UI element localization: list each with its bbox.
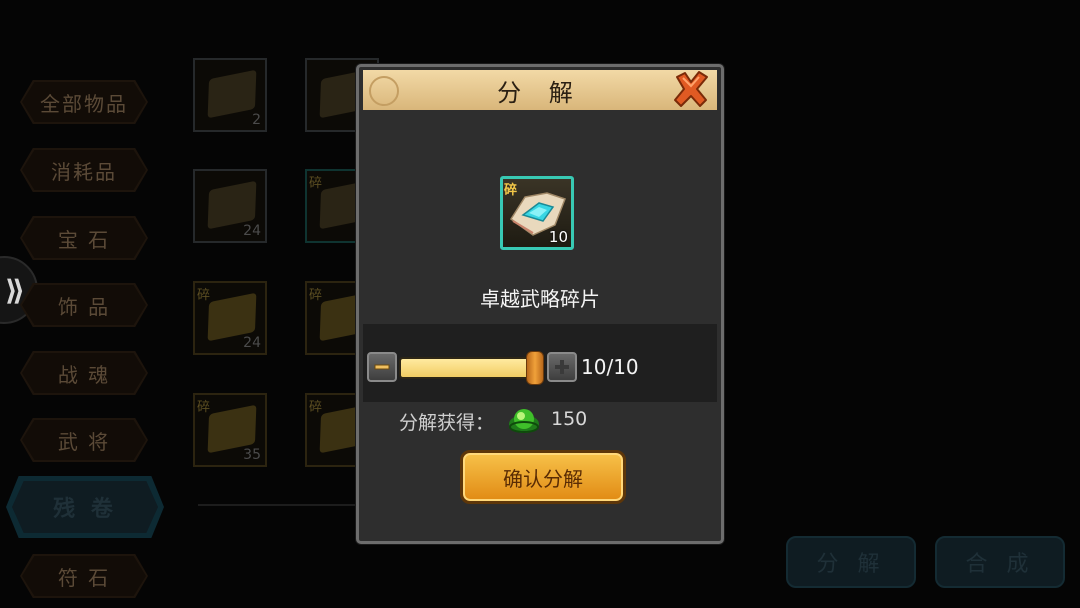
category-war-soul-button[interactable]: 战 魂 [20, 351, 148, 395]
inventory-slot[interactable]: 碎 35 [193, 393, 267, 467]
close-icon[interactable] [671, 69, 711, 109]
item-shard-icon [207, 69, 257, 119]
dialog-title: 分 解 [363, 70, 717, 110]
synthesize-tab-button[interactable]: 合 成 [935, 536, 1065, 588]
inventory-slot[interactable]: 碎 24 [193, 281, 267, 355]
quantity-value: 10/10 [581, 355, 639, 379]
inventory-slot[interactable]: 24 [193, 169, 267, 243]
quantity-slider-fill [401, 359, 535, 377]
category-generals-button[interactable]: 武 将 [20, 418, 148, 462]
item-icon-frame: 碎 10 [500, 176, 574, 250]
plus-icon[interactable] [547, 352, 577, 382]
decompose-dialog: 分 解 碎 10 卓越武略碎片 10/10 分解获得： 150 确认分解 [356, 64, 724, 544]
category-all-button[interactable]: 全部物品 [20, 80, 148, 124]
grid-divider [198, 504, 358, 506]
quantity-slider-track[interactable] [399, 357, 537, 379]
category-consumables-button[interactable]: 消耗品 [20, 148, 148, 192]
category-runes-button[interactable]: 符 石 [20, 554, 148, 598]
decompose-tab-button[interactable]: 分 解 [786, 536, 916, 588]
item-name: 卓越武略碎片 [480, 287, 600, 311]
green-gem-icon [509, 409, 539, 433]
quantity-slider-thumb[interactable] [526, 351, 544, 385]
confirm-decompose-button[interactable]: 确认分解 [460, 450, 626, 504]
minus-icon[interactable] [367, 352, 397, 382]
category-gems-button[interactable]: 宝 石 [20, 216, 148, 260]
category-accessories-button[interactable]: 饰 品 [20, 283, 148, 327]
reward-label: 分解获得： [399, 412, 495, 434]
inventory-slot[interactable]: 2 [193, 58, 267, 132]
category-scrolls-button-active[interactable]: 残 卷 [6, 476, 164, 538]
reward-amount: 150 [551, 408, 588, 430]
